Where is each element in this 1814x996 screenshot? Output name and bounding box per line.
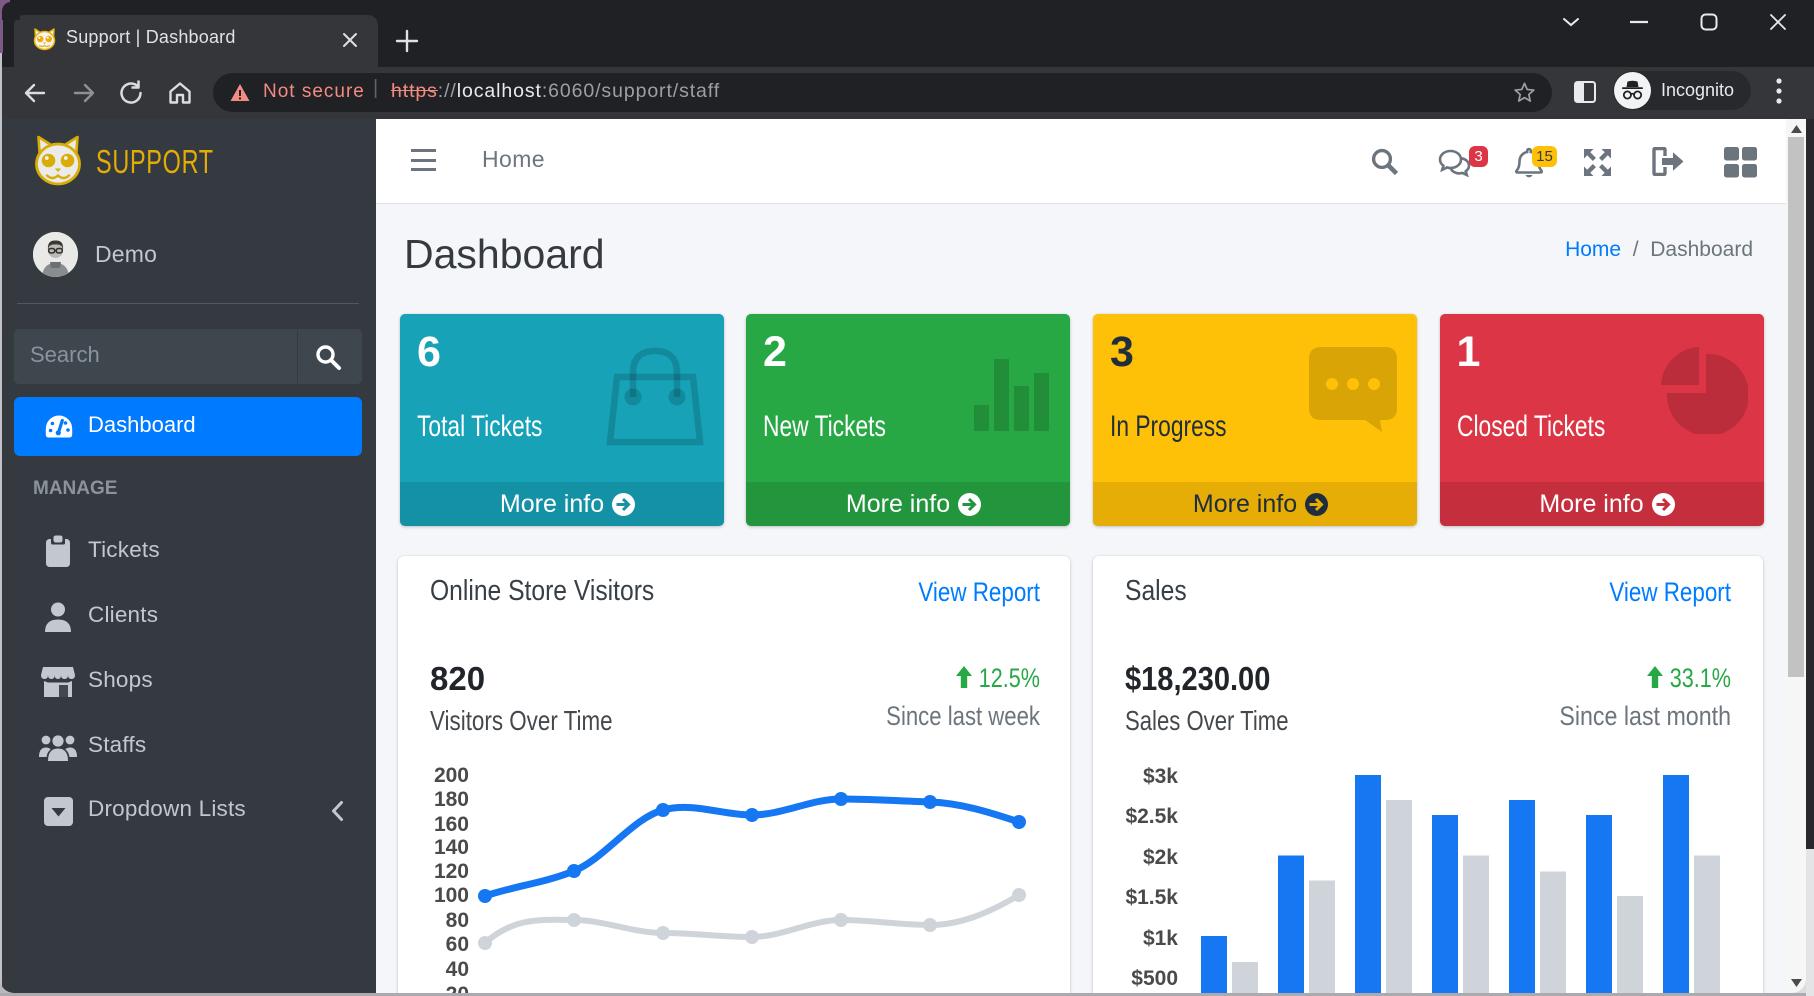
- svg-text:100: 100: [434, 884, 469, 907]
- svg-text:60: 60: [446, 933, 469, 956]
- svg-text:$2k: $2k: [1143, 846, 1178, 869]
- svg-text:80: 80: [446, 909, 469, 932]
- svg-text:$3k: $3k: [1143, 765, 1178, 788]
- svg-text:160: 160: [434, 813, 469, 836]
- svg-text:$2.5k: $2.5k: [1125, 805, 1178, 828]
- svg-text:140: 140: [434, 836, 469, 859]
- svg-text:180: 180: [434, 788, 469, 811]
- svg-text:$1.5k: $1.5k: [1125, 886, 1178, 909]
- svg-text:$500: $500: [1131, 967, 1178, 990]
- svg-text:120: 120: [434, 860, 469, 883]
- svg-text:$1k: $1k: [1143, 927, 1178, 950]
- svg-text:40: 40: [446, 958, 469, 981]
- svg-text:200: 200: [434, 764, 469, 787]
